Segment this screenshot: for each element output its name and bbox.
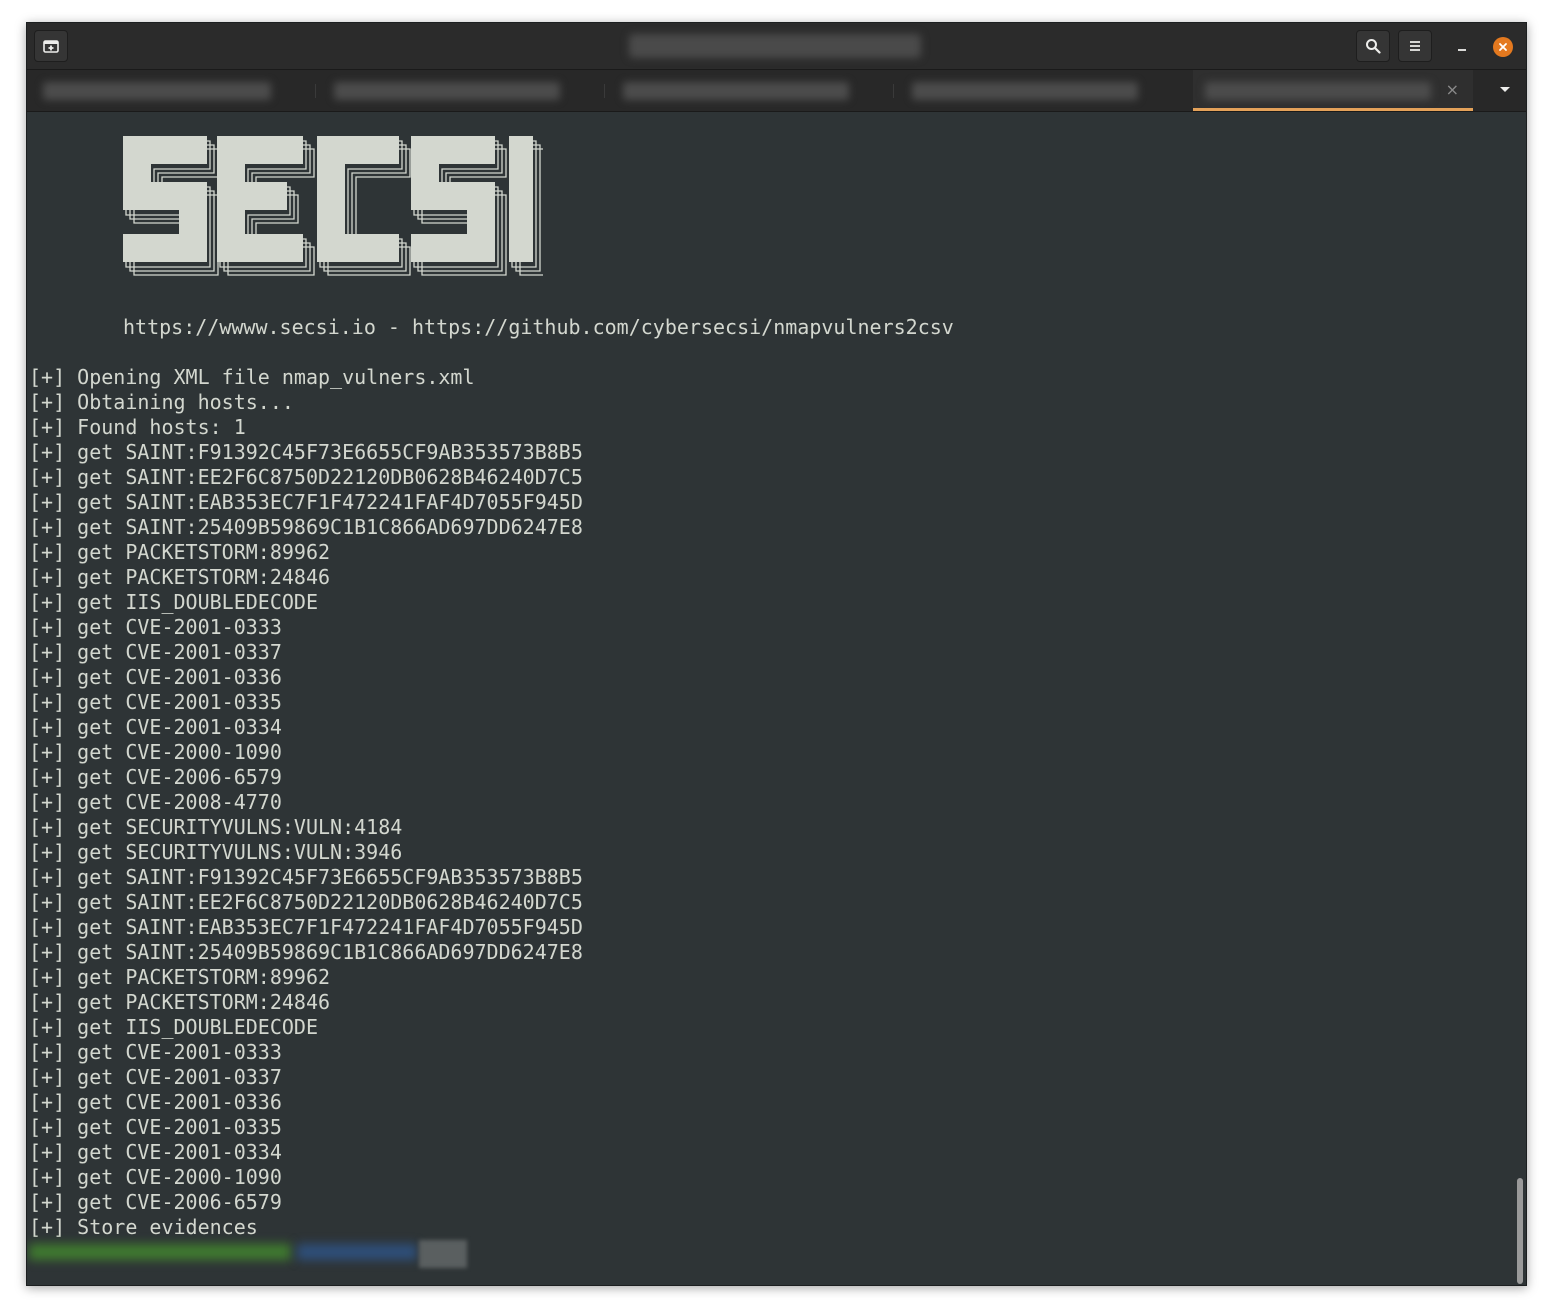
hamburger-menu-icon [1410,41,1420,51]
log-line: [+] Opening XML file nmap_vulners.xml [29,365,475,389]
log-line: [+] get SAINT:25409B59869C1B1C866AD697DD… [29,940,583,964]
tab-2[interactable] [316,70,604,111]
log-line: [+] get CVE-2006-6579 [29,765,282,789]
log-line: [+] get CVE-2001-0334 [29,715,282,739]
log-line: [+] get PACKETSTORM:89962 [29,540,331,564]
header-bar [27,23,1526,70]
chevron-down-icon [1500,87,1510,92]
log-line: [+] Found hosts: 1 [29,415,246,439]
log-line: [+] get SAINT:25409B59869C1B1C866AD697DD… [29,515,583,539]
log-line: [+] get SAINT:EAB353EC7F1F472241FAF4D705… [29,490,583,514]
log-line: [+] get SECURITYVULNS:VULN:4184 [29,815,403,839]
project-url-line: https://wwww.secsi.io - https://github.c… [123,315,954,339]
search-icon [1366,39,1381,54]
new-tab-button[interactable] [34,30,68,62]
vertical-scrollbar[interactable] [1517,1178,1523,1284]
tab-close-icon[interactable]: × [1446,81,1459,99]
search-button[interactable] [1356,30,1390,62]
log-line: [+] get CVE-2001-0337 [29,1065,282,1089]
log-line: [+] get CVE-2006-6579 [29,1190,282,1214]
tab-title-redacted [623,82,849,100]
menu-button[interactable] [1398,30,1432,62]
log-line: [+] get SAINT:EE2F6C8750D22120DB0628B462… [29,465,583,489]
log-line: [+] get CVE-2000-1090 [29,1165,282,1189]
log-line: [+] get SAINT:F91392C45F73E6655CF9AB3535… [29,865,583,889]
log-line: [+] get CVE-2000-1090 [29,740,282,764]
log-line: [+] get CVE-2001-0335 [29,690,282,714]
tab-list-dropdown[interactable] [1497,82,1513,98]
tab-title-redacted [334,82,560,100]
log-line: [+] get CVE-2001-0337 [29,640,282,664]
close-window-button[interactable] [1493,37,1513,57]
secsi-ascii-banner-logo [123,136,545,282]
log-line: [+] get PACKETSTORM:24846 [29,565,331,589]
log-line: [+] get SAINT:EE2F6C8750D22120DB0628B462… [29,890,583,914]
log-line: [+] get SECURITYVULNS:VULN:3946 [29,840,403,864]
log-line: [+] get IIS_DOUBLEDECODE [29,1015,318,1039]
close-icon [1499,43,1507,51]
minimize-icon [1458,49,1466,51]
terminal-cursor [419,1240,467,1268]
log-line: [+] Store evidences [29,1215,258,1239]
terminal-window: × https://wwww.secsi.io - https://github… [26,22,1527,1286]
tab-title-redacted [43,82,271,100]
tab-5-active[interactable]: × [1193,70,1473,111]
tab-bar: × [27,70,1526,112]
new-tab-icon [43,40,59,53]
log-line: [+] get SAINT:EAB353EC7F1F472241FAF4D705… [29,915,583,939]
log-line: [+] get SAINT:F91392C45F73E6655CF9AB3535… [29,440,583,464]
log-line: [+] get CVE-2008-4770 [29,790,282,814]
log-line: [+] get IIS_DOUBLEDECODE [29,590,318,614]
tab-1[interactable] [27,70,315,111]
minimize-button[interactable] [1452,37,1472,57]
log-line: [+] get CVE-2001-0333 [29,615,282,639]
tab-title-redacted [912,82,1138,100]
log-line: [+] get PACKETSTORM:89962 [29,965,331,989]
log-line: [+] get CVE-2001-0335 [29,1115,282,1139]
log-line: [+] get CVE-2001-0334 [29,1140,282,1164]
tab-4[interactable] [894,70,1182,111]
tab-3[interactable] [605,70,893,111]
shell-prompt-redacted [29,1240,467,1268]
log-line: [+] get CVE-2001-0336 [29,665,282,689]
log-line: [+] get CVE-2001-0333 [29,1040,282,1064]
log-line: [+] Obtaining hosts... [29,390,294,414]
window-title-redacted [629,34,921,58]
log-line: [+] get CVE-2001-0336 [29,1090,282,1114]
terminal-output[interactable]: https://wwww.secsi.io - https://github.c… [27,112,1526,1285]
log-output: [+] Opening XML file nmap_vulners.xml [+]… [29,365,583,1240]
tab-title-redacted [1205,82,1431,100]
log-line: [+] get PACKETSTORM:24846 [29,990,331,1014]
